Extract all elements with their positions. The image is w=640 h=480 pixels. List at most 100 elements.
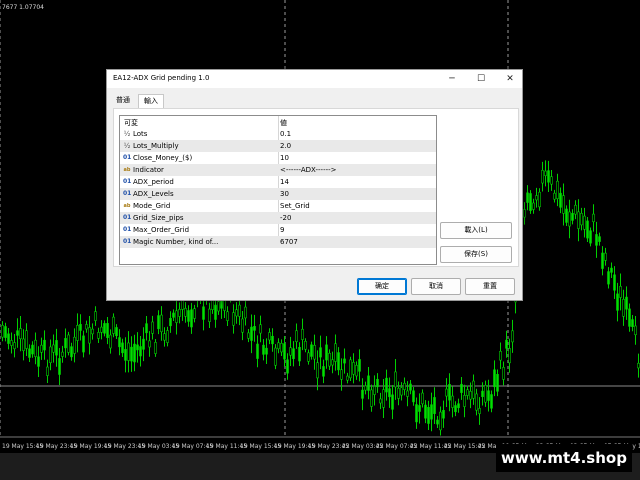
candle-body	[55, 340, 58, 356]
candle-body	[505, 339, 508, 349]
input-value[interactable]: -20	[280, 214, 291, 222]
candle-body	[391, 394, 394, 410]
candle-body	[316, 362, 319, 379]
candle-body	[628, 308, 631, 327]
input-name: Mode_Grid	[133, 202, 171, 210]
integer-icon: 01	[123, 178, 132, 185]
candle-body	[67, 334, 70, 353]
candle-body	[541, 170, 544, 184]
candle-body	[4, 326, 7, 338]
candle-body	[160, 314, 163, 333]
input-row[interactable]: ½ Lots_Multiply 2.0	[120, 140, 436, 152]
candle-body	[466, 389, 469, 396]
candle-body	[445, 388, 448, 397]
candle-body	[376, 378, 379, 388]
candle-body	[394, 371, 397, 388]
candle-body	[49, 346, 52, 364]
candle-body	[385, 377, 388, 393]
input-row[interactable]: 01 Max_Order_Grid 9	[120, 224, 436, 236]
inputs-grid[interactable]: 可変 値 ½ Lots 0.1 ½ Lots_Multiply 2.0 01 Close_Mo…	[119, 115, 437, 265]
candle-body	[118, 337, 121, 348]
input-row[interactable]: ab Mode_Grid Set_Grid	[120, 200, 436, 212]
candle-body	[22, 338, 25, 351]
input-name: Grid_Size_pips	[133, 214, 184, 222]
candle-body	[280, 343, 283, 353]
candle-body	[232, 312, 235, 326]
candle-body	[478, 408, 481, 414]
input-row[interactable]: ½ Lots 0.1	[120, 128, 436, 140]
reset-button[interactable]: 重置	[465, 278, 515, 295]
candle-body	[88, 327, 91, 344]
ok-button[interactable]: 确定	[357, 278, 407, 295]
tab-common[interactable]: 普通	[112, 94, 134, 107]
input-name: Indicator	[133, 166, 164, 174]
input-value[interactable]: 6707	[280, 238, 298, 246]
candle-body	[202, 306, 205, 320]
candle-body	[388, 388, 391, 398]
integer-icon: 01	[123, 154, 132, 161]
candle-body	[607, 271, 610, 285]
input-value[interactable]: 14	[280, 178, 289, 186]
candle-body	[397, 387, 400, 399]
input-name: Magic Number, kind of...	[133, 238, 219, 246]
candle-body	[574, 204, 577, 215]
input-row[interactable]: 01 Grid_Size_pips -20	[120, 212, 436, 224]
candle-body	[37, 356, 40, 367]
save-button[interactable]: 保存(S)	[440, 246, 512, 263]
candle-body	[589, 230, 592, 244]
input-value[interactable]: 0.1	[280, 130, 291, 138]
candle-body	[442, 409, 445, 419]
input-value[interactable]: 9	[280, 226, 284, 234]
input-name: Close_Money_($)	[133, 154, 193, 162]
column-header-value: 値	[280, 119, 287, 127]
candle-body	[151, 321, 154, 334]
input-row[interactable]: ab Indicator <------ADX------>	[120, 164, 436, 176]
input-value[interactable]: <------ADX------>	[280, 166, 337, 174]
candle-body	[400, 387, 403, 396]
load-button[interactable]: 載入(L)	[440, 222, 512, 239]
cancel-button[interactable]: 取消	[411, 278, 461, 295]
close-icon[interactable]: ✕	[500, 72, 520, 86]
candle-body	[421, 392, 424, 405]
candle-body	[367, 375, 370, 391]
input-value[interactable]: Set_Grid	[280, 202, 310, 210]
candle-body	[34, 339, 37, 357]
candle-body	[559, 192, 562, 208]
candle-body	[190, 309, 193, 328]
candle-body	[439, 411, 442, 431]
candle-body	[496, 374, 499, 392]
input-value[interactable]: 10	[280, 154, 289, 162]
candle-body	[301, 328, 304, 340]
candle-body	[25, 330, 28, 349]
candle-body	[310, 344, 313, 357]
candle-body	[172, 312, 175, 318]
candle-body	[283, 343, 286, 360]
candle-body	[355, 364, 358, 377]
candle-body	[109, 334, 112, 349]
minimize-icon[interactable]: ─	[442, 72, 462, 86]
candle-body	[268, 332, 271, 341]
candle-body	[7, 333, 10, 344]
candle-body	[604, 252, 607, 261]
input-row[interactable]: 01 ADX_Levels 30	[120, 188, 436, 200]
input-value[interactable]: 30	[280, 190, 289, 198]
candle-body	[526, 192, 529, 203]
candle-body	[454, 405, 457, 413]
candle-body	[208, 308, 211, 322]
candle-body	[322, 366, 325, 377]
candle-body	[403, 382, 406, 390]
input-row[interactable]: 01 ADX_period 14	[120, 176, 436, 188]
candle-body	[448, 384, 451, 401]
candle-body	[187, 310, 190, 322]
input-value[interactable]: 2.0	[280, 142, 291, 150]
candle-body	[133, 343, 136, 363]
maximize-icon[interactable]: ☐	[471, 72, 491, 86]
tab-inputs[interactable]: 輸入	[138, 94, 164, 108]
input-row[interactable]: 01 Magic Number, kind of... 6707	[120, 236, 436, 248]
candle-body	[553, 192, 556, 200]
input-row[interactable]: 01 Close_Money_($) 10	[120, 152, 436, 164]
candle-body	[457, 403, 460, 409]
candle-body	[346, 375, 349, 381]
title-bar: EA12-ADX Grid pending 1.0 ─ ☐ ✕	[107, 70, 522, 88]
candle-body	[259, 324, 262, 334]
